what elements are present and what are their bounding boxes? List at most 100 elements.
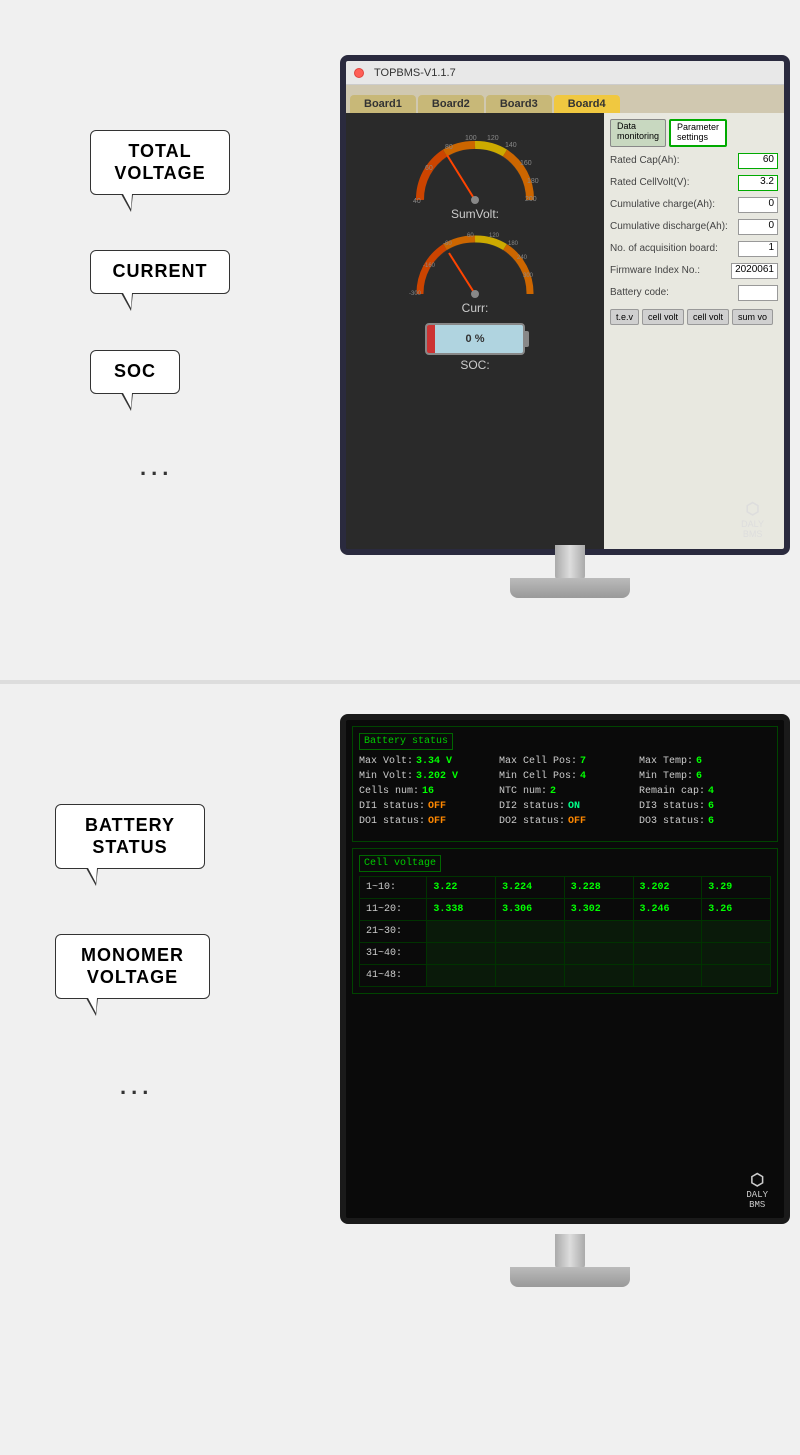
monitor-bottom: Battery status Max Volt: 3.34 V Max Cell… — [340, 714, 800, 1314]
bms-close-button[interactable] — [354, 68, 364, 78]
max-cell-pos-field: Max Cell Pos: 7 — [499, 756, 631, 767]
cell-21-30-3 — [564, 921, 633, 943]
cell-1-10-4: 3.202 — [633, 877, 702, 899]
do3-value: 6 — [708, 816, 714, 827]
btn-cell-volt-1[interactable]: cell volt — [642, 309, 684, 325]
bms-tabs: Board1 Board2 Board3 Board4 — [346, 85, 784, 113]
tab-board3[interactable]: Board3 — [486, 95, 552, 113]
panel-tab-parameter-settings[interactable]: Parametersettings — [669, 119, 727, 147]
di1-value: OFF — [428, 801, 446, 812]
cell-41-48-2 — [496, 965, 565, 987]
bubble-current: CURRENT — [90, 250, 230, 294]
cumulative-charge-label: Cumulative charge(Ah): — [610, 199, 715, 210]
row-label-11-20: 11~20: — [360, 899, 427, 921]
soc-container: 0 % SOC: — [425, 323, 525, 372]
bms-right-panel: Datamonitoring Parametersettings Rated C… — [604, 113, 784, 549]
stand-base-top — [510, 578, 630, 598]
btn-tev[interactable]: t.e.v — [610, 309, 639, 325]
battery-code-value[interactable] — [738, 285, 778, 301]
cell-21-30-5 — [702, 921, 771, 943]
curr-gauge: -300 -160 -60 60 120 180 240 300 — [405, 229, 545, 315]
cell-31-40-2 — [496, 943, 565, 965]
tab-board4[interactable]: Board4 — [554, 95, 620, 113]
panel-tab-data-monitoring[interactable]: Datamonitoring — [610, 119, 666, 147]
cell-21-30-4 — [633, 921, 702, 943]
bottom-section: BATTERY STATUS MONOMER VOLTAGE ... Batte… — [0, 684, 800, 1455]
svg-text:-300: -300 — [409, 291, 422, 297]
cell-41-48-1 — [427, 965, 496, 987]
row-label-21-30: 21~30: — [360, 921, 427, 943]
battery-status-grid: Max Volt: 3.34 V Max Cell Pos: 7 Max Tem… — [359, 756, 771, 827]
monitor-top: TOPBMS-V1.1.7 Board1 Board2 Board3 Board… — [340, 55, 800, 615]
svg-text:240: 240 — [517, 255, 528, 261]
rated-cap-value[interactable]: 60 — [738, 153, 778, 169]
rated-cellvolt-value[interactable]: 3.2 — [738, 175, 778, 191]
table-row: 11~20: 3.338 3.306 3.302 3.246 3.26 — [360, 899, 771, 921]
stand-neck-top — [555, 545, 585, 580]
bubble-total-voltage-line1: TOTAL — [128, 141, 191, 161]
cumulative-charge-value[interactable]: 0 — [738, 197, 778, 213]
cell-1-10-5: 3.29 — [702, 877, 771, 899]
cells-num-field: Cells num: 16 — [359, 786, 491, 797]
min-temp-label: Min Temp: — [639, 771, 693, 782]
soc-gauge-label: SOC: — [460, 358, 489, 372]
cell-21-30-2 — [496, 921, 565, 943]
row-label-31-40: 31~40: — [360, 943, 427, 965]
bubble-battery-status: BATTERY STATUS — [55, 804, 205, 869]
max-volt-field: Max Volt: 3.34 V — [359, 756, 491, 767]
sumvolt-gauge: 40 60 80 100 120 140 160 180 200 — [405, 125, 545, 221]
cell-1-10-2: 3.224 — [496, 877, 565, 899]
min-cell-pos-value: 4 — [580, 771, 586, 782]
cell-11-20-2: 3.306 — [496, 899, 565, 921]
cells-num-value: 16 — [422, 786, 434, 797]
bms-main-gauges: 40 60 80 100 120 140 160 180 200 — [346, 113, 604, 549]
daly-logo-icon: ⬡ — [741, 499, 764, 519]
firmware-value[interactable]: 2020061 — [731, 263, 778, 279]
di2-value: ON — [568, 801, 580, 812]
di1-field: DI1 status: OFF — [359, 801, 491, 812]
cell-41-48-3 — [564, 965, 633, 987]
tab-board2[interactable]: Board2 — [418, 95, 484, 113]
bubble-soc: SOC — [90, 350, 180, 394]
daly-logo-bottom-icon: ⬡ — [746, 1170, 768, 1190]
battery-status-title: Battery status — [359, 733, 453, 750]
monitor-screen-top: TOPBMS-V1.1.7 Board1 Board2 Board3 Board… — [340, 55, 790, 555]
ntc-num-field: NTC num: 2 — [499, 786, 631, 797]
cells-num-label: Cells num: — [359, 786, 419, 797]
svg-text:100: 100 — [465, 135, 477, 142]
do3-field: DO3 status: 6 — [639, 816, 771, 827]
svg-text:200: 200 — [525, 196, 537, 203]
di1-label: DI1 status: — [359, 801, 425, 812]
tab-board1[interactable]: Board1 — [350, 95, 416, 113]
sumvolt-label: SumVolt: — [405, 207, 545, 221]
cell-1-10-1: 3.22 — [427, 877, 496, 899]
do1-label: DO1 status: — [359, 816, 425, 827]
daly-logo-bottom: ⬡ DALYBMS — [746, 1170, 768, 1210]
table-row: 31~40: — [360, 943, 771, 965]
btn-sum-vo[interactable]: sum vo — [732, 309, 773, 325]
battery-status-section: Battery status Max Volt: 3.34 V Max Cell… — [352, 726, 778, 842]
monitor-stand-bottom — [510, 1234, 630, 1294]
cell-11-20-5: 3.26 — [702, 899, 771, 921]
btn-cell-volt-2[interactable]: cell volt — [687, 309, 729, 325]
svg-text:60: 60 — [467, 233, 474, 239]
min-volt-field: Min Volt: 3.202 V — [359, 771, 491, 782]
battery-code-label: Battery code: — [610, 287, 669, 298]
cell-31-40-3 — [564, 943, 633, 965]
cumulative-discharge-value[interactable]: 0 — [738, 219, 778, 235]
max-volt-label: Max Volt: — [359, 756, 413, 767]
svg-text:160: 160 — [520, 160, 532, 167]
max-volt-value: 3.34 V — [416, 756, 452, 767]
cell-11-20-4: 3.246 — [633, 899, 702, 921]
svg-text:40: 40 — [413, 198, 421, 205]
di3-field: DI3 status: 6 — [639, 801, 771, 812]
bms-content: 40 60 80 100 120 140 160 180 200 — [346, 113, 784, 549]
cumulative-discharge-label: Cumulative discharge(Ah): — [610, 221, 728, 232]
acq-board-value[interactable]: 1 — [738, 241, 778, 257]
curr-label: Curr: — [405, 301, 545, 315]
cell-41-48-5 — [702, 965, 771, 987]
svg-text:180: 180 — [527, 178, 539, 185]
battery-bar: 0 % — [425, 323, 525, 355]
bms-right-buttons: t.e.v cell volt cell volt sum vo — [610, 309, 778, 325]
di3-value: 6 — [708, 801, 714, 812]
